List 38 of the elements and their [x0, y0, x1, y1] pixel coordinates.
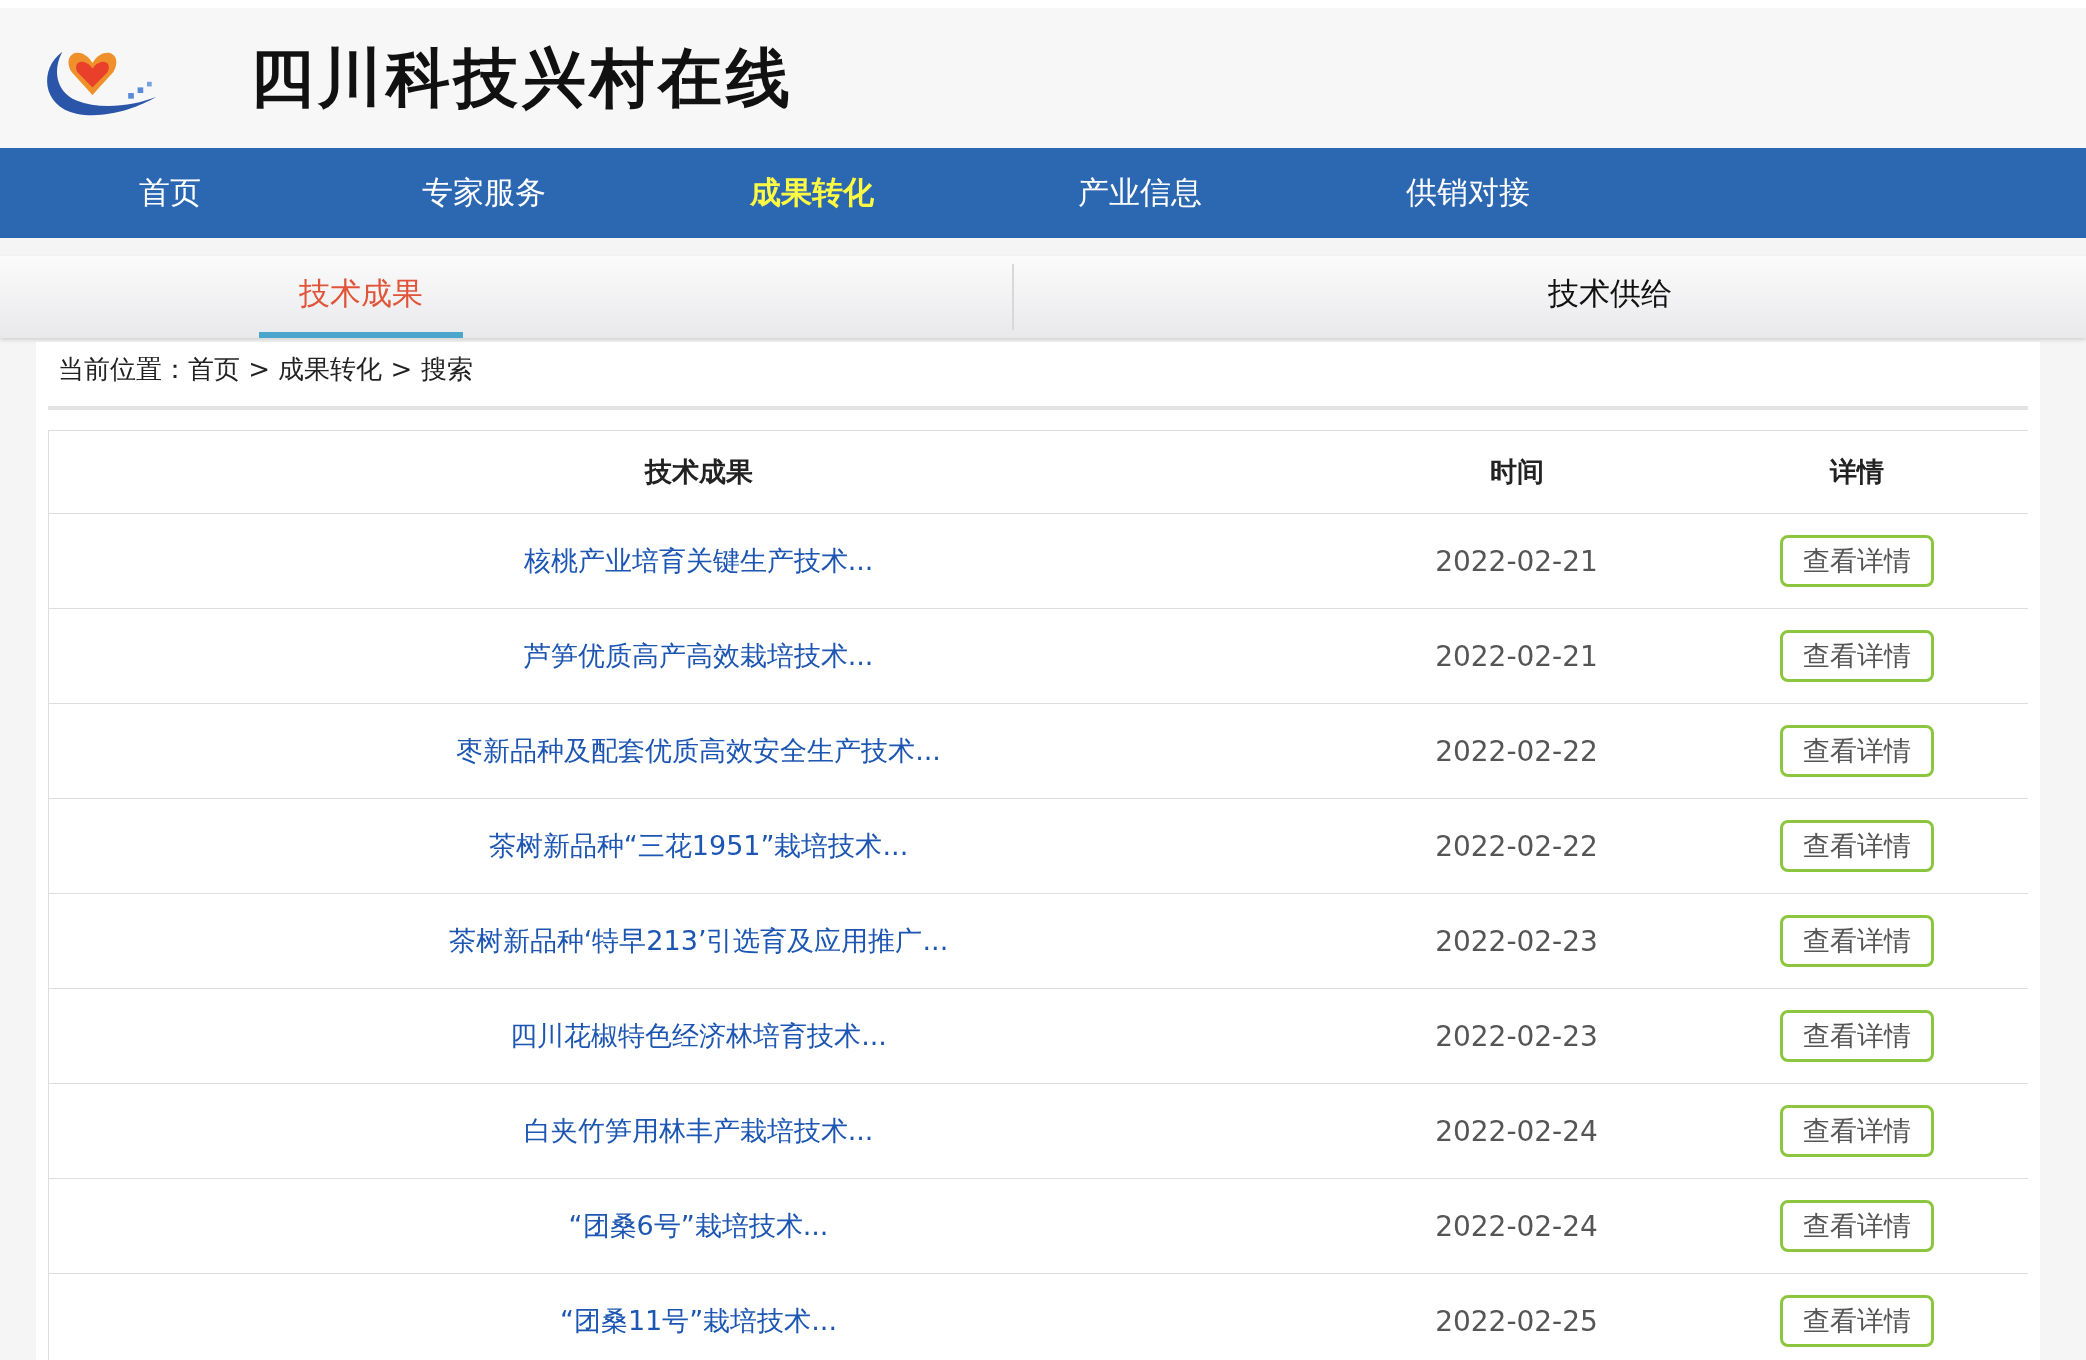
result-link[interactable]: 枣新品种及配套优质高效安全生产技术... — [456, 735, 941, 766]
result-link[interactable]: 茶树新品种‘特早213’引选育及应用推广... — [448, 925, 949, 956]
details-button[interactable]: 查看详情 — [1779, 630, 1934, 682]
column-header: 详情 — [1685, 430, 2028, 514]
result-link[interactable]: “团桑6号”栽培技术... — [568, 1210, 829, 1241]
date-cell: 2022-02-24 — [1348, 1083, 1685, 1179]
column-header: 时间 — [1348, 430, 1685, 514]
details-button[interactable]: 查看详情 — [1779, 1295, 1934, 1347]
date-cell: 2022-02-25 — [1348, 1273, 1685, 1360]
date-cell: 2022-02-22 — [1348, 798, 1685, 894]
site-title: 四川科技兴村在线 — [250, 39, 794, 117]
nav-item[interactable]: 首页 — [20, 172, 320, 214]
nav-item[interactable]: 供销对接 — [1304, 172, 1632, 214]
details-button[interactable]: 查看详情 — [1779, 725, 1934, 777]
tab[interactable]: 技术供给 — [1508, 256, 1712, 338]
result-link[interactable]: 核桃产业培育关键生产技术... — [523, 545, 874, 576]
details-button[interactable]: 查看详情 — [1779, 535, 1934, 587]
nav-item[interactable]: 专家服务 — [320, 172, 648, 214]
date-cell: 2022-02-23 — [1348, 893, 1685, 989]
result-link[interactable]: 芦笋优质高产高效栽培技术... — [523, 640, 874, 671]
column-header: 技术成果 — [48, 430, 1348, 514]
result-link[interactable]: 白夹竹笋用林丰产栽培技术... — [523, 1115, 874, 1146]
details-button[interactable]: 查看详情 — [1779, 1200, 1934, 1252]
result-link[interactable]: 四川花椒特色经济林培育技术... — [510, 1020, 887, 1051]
details-button[interactable]: 查看详情 — [1779, 1010, 1934, 1062]
nav-item[interactable]: 成果转化 — [648, 172, 976, 214]
breadcrumb: 当前位置：首页 > 成果转化 > 搜索 — [57, 353, 474, 386]
date-cell: 2022-02-23 — [1348, 988, 1685, 1084]
date-cell: 2022-02-22 — [1348, 703, 1685, 799]
date-cell: 2022-02-21 — [1348, 513, 1685, 609]
date-cell: 2022-02-24 — [1348, 1178, 1685, 1274]
date-cell: 2022-02-21 — [1348, 608, 1685, 704]
details-button[interactable]: 查看详情 — [1779, 1105, 1934, 1157]
details-button[interactable]: 查看详情 — [1779, 915, 1934, 967]
details-button[interactable]: 查看详情 — [1779, 820, 1934, 872]
nav-item[interactable]: 产业信息 — [976, 172, 1304, 214]
result-link[interactable]: “团桑11号”栽培技术... — [559, 1305, 838, 1336]
result-link[interactable]: 茶树新品种“三花1951”栽培技术... — [488, 830, 909, 861]
